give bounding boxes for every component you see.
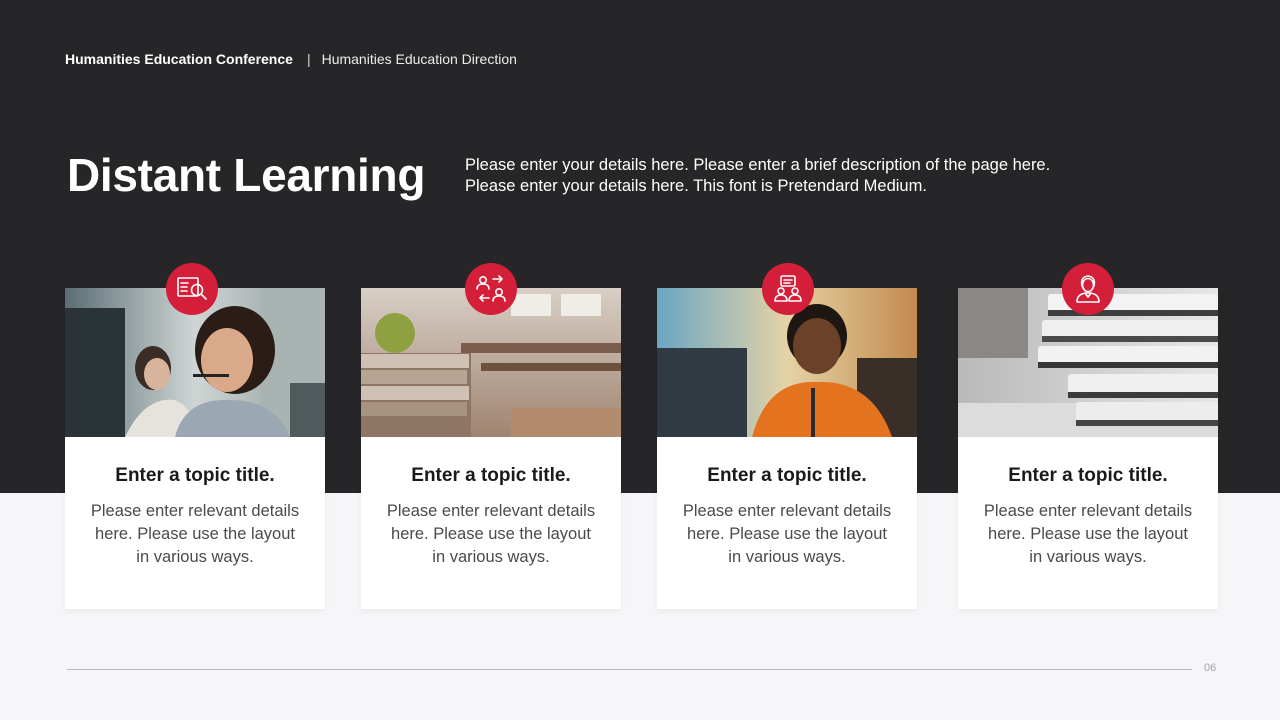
topic-card-1: Enter a topic title. Please enter releva… xyxy=(65,288,325,609)
group-chat-icon xyxy=(762,263,814,315)
footer-divider xyxy=(67,669,1192,670)
header-separator: | xyxy=(306,51,311,67)
people-exchange-icon xyxy=(465,263,517,315)
slide-header: Humanities Education Conference | Humani… xyxy=(65,49,517,69)
page-description: Please enter your details here. Please e… xyxy=(465,155,1165,197)
user-profile-icon xyxy=(1062,263,1114,315)
topic-card-2: Enter a topic title. Please enter releva… xyxy=(361,288,621,609)
direction-name: Humanities Education Direction xyxy=(321,51,517,67)
topic-title: Enter a topic title. xyxy=(1008,465,1168,486)
topic-body: Please enter relevant details here. Plea… xyxy=(386,502,596,566)
topic-title: Enter a topic title. xyxy=(115,465,275,486)
topic-card-4: Enter a topic title. Please enter releva… xyxy=(958,288,1218,609)
search-document-icon xyxy=(166,263,218,315)
topic-title: Enter a topic title. xyxy=(707,465,867,486)
description-line-2: Please enter your details here. This fon… xyxy=(465,177,927,195)
description-line-1: Please enter your details here. Please e… xyxy=(465,156,1051,174)
topic-title: Enter a topic title. xyxy=(411,465,571,486)
topic-body: Please enter relevant details here. Plea… xyxy=(90,502,300,566)
topic-card-3: Enter a topic title. Please enter releva… xyxy=(657,288,917,609)
page-number: 06 xyxy=(1204,662,1217,674)
conference-name: Humanities Education Conference xyxy=(65,51,293,67)
topic-body: Please enter relevant details here. Plea… xyxy=(983,502,1193,566)
topic-body: Please enter relevant details here. Plea… xyxy=(682,502,892,566)
page-title: Distant Learning xyxy=(67,149,426,201)
